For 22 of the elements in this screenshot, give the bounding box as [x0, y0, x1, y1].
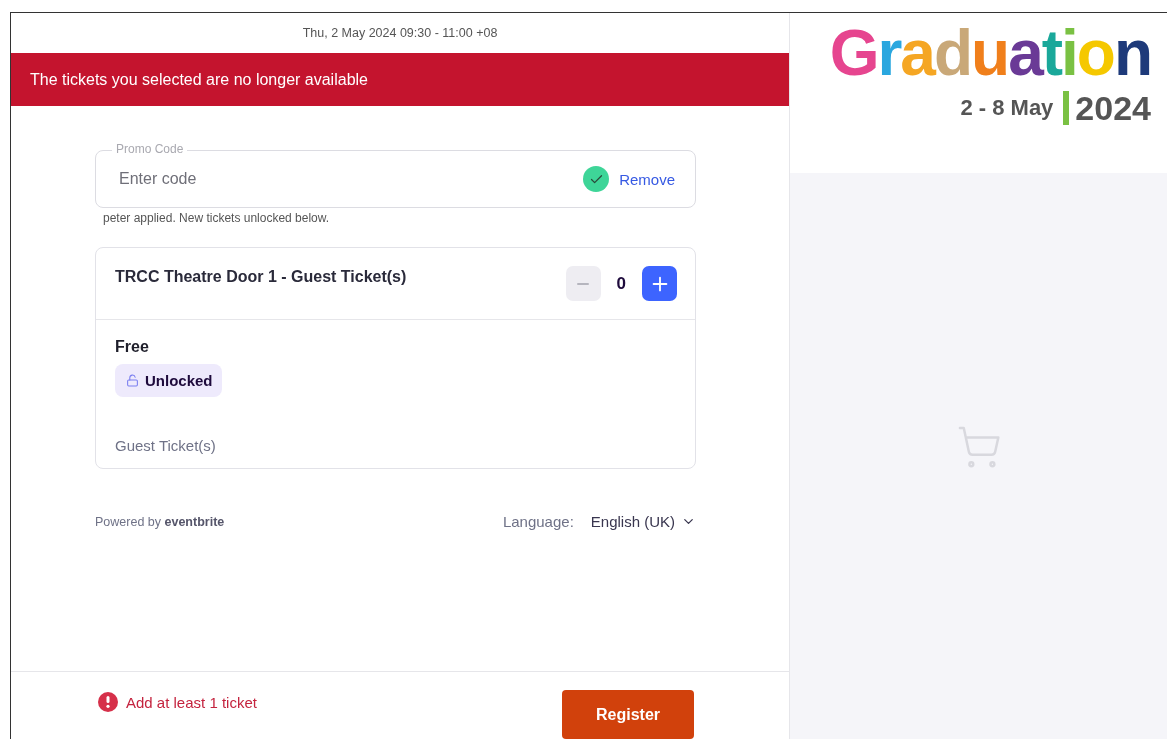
alert-banner: The tickets you selected are no longer available: [11, 53, 789, 106]
register-button[interactable]: Register: [562, 690, 694, 739]
powered-by: Powered by eventbrite: [95, 514, 225, 529]
ticket-quantity: 0: [616, 273, 626, 294]
promo-message: peter applied. New tickets unlocked below.: [103, 211, 331, 225]
ticket-name: TRCC Theatre Door 1 - Guest Ticket(s): [115, 268, 407, 287]
logo-year: 2024: [1063, 91, 1151, 125]
language-label: Language:: [502, 513, 574, 530]
logo-title: Graduation: [829, 21, 1151, 85]
plus-button[interactable]: [642, 266, 677, 301]
ticket-description: Guest Ticket(s): [115, 437, 217, 454]
error-message: Add at least 1 ticket: [126, 693, 257, 711]
unlock-icon: [126, 374, 139, 387]
error-icon: [98, 692, 118, 712]
unlocked-badge: Unlocked: [115, 364, 222, 397]
field-label: Promo Code: [112, 142, 188, 156]
minus-icon: [577, 282, 590, 285]
language-select[interactable]: English (UK): [590, 513, 696, 530]
logo-dates: 2 - 8 May: [960, 95, 1054, 121]
remove-link[interactable]: Remove: [619, 170, 675, 188]
ticket-price: Free: [115, 338, 150, 356]
event-date: Thu, 2 May 2024 09:30 - 11:00 +08: [301, 25, 499, 42]
